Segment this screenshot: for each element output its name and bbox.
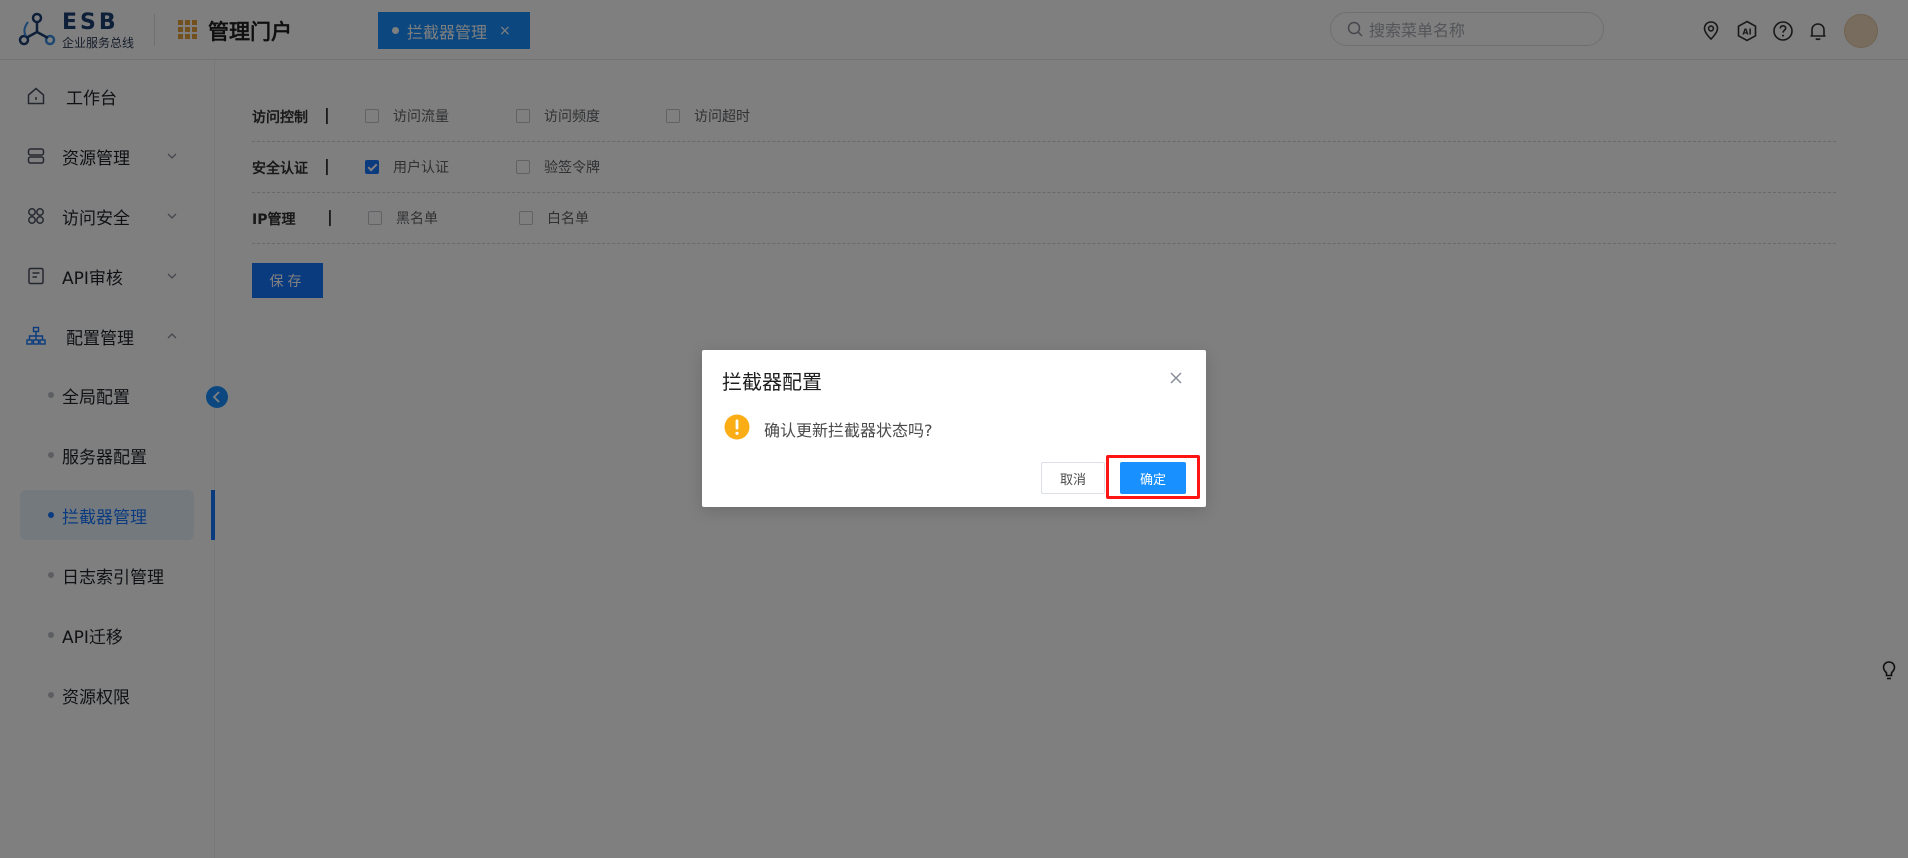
- dialog-title: 拦截器配置: [722, 370, 822, 394]
- dialog-message: 确认更新拦截器状态吗?: [764, 421, 933, 440]
- warning-icon: [724, 414, 750, 440]
- confirm-button[interactable]: 确定: [1120, 462, 1186, 494]
- cancel-button[interactable]: 取消: [1041, 462, 1105, 494]
- close-icon[interactable]: [1168, 370, 1184, 386]
- confirm-dialog: 拦截器配置 确认更新拦截器状态吗? 取消 确定: [702, 350, 1206, 507]
